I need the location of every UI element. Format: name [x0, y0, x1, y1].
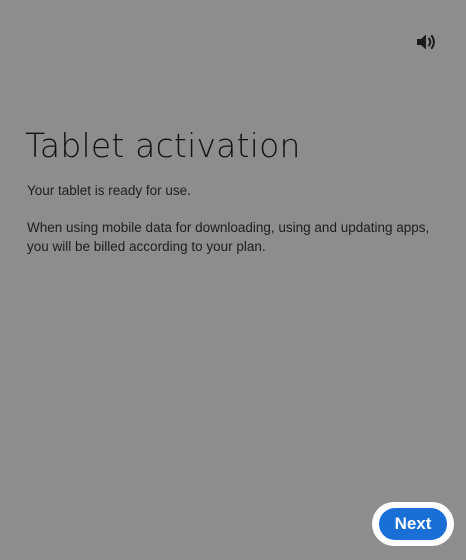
next-button[interactable]: Next	[379, 508, 447, 540]
next-button-focus-ring: Next	[372, 502, 454, 546]
sound-toggle-button[interactable]	[410, 27, 442, 57]
billing-notice: When using mobile data for downloading, …	[27, 220, 430, 254]
ready-message: Your tablet is ready for use.	[27, 183, 191, 198]
speaker-volume-icon	[417, 34, 435, 50]
activation-screen: Tablet activation Your tablet is ready f…	[0, 0, 466, 560]
page-title: Tablet activation	[25, 126, 301, 165]
